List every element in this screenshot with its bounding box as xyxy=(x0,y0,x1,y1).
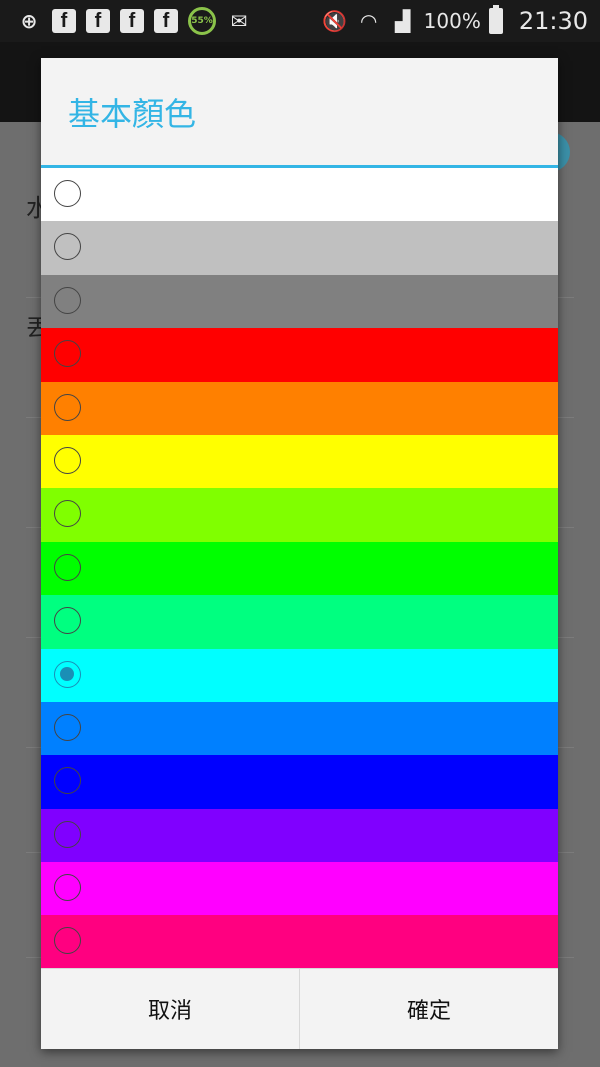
facebook-icon: f xyxy=(120,9,144,33)
color-option[interactable] xyxy=(41,168,558,222)
battery-ring-text: 55% xyxy=(191,16,213,26)
back-plus-icon: ⊕ xyxy=(20,9,38,33)
dialog-buttons: 取消 確定 xyxy=(41,968,558,1049)
radio-button[interactable] xyxy=(54,500,81,528)
color-option[interactable] xyxy=(41,595,558,649)
radio-button[interactable] xyxy=(54,553,81,581)
facebook-icon: f xyxy=(86,9,110,33)
color-option[interactable] xyxy=(41,488,558,542)
ok-button[interactable]: 確定 xyxy=(299,969,558,1049)
battery-icon xyxy=(488,5,503,34)
color-option[interactable] xyxy=(41,274,558,329)
color-option[interactable] xyxy=(41,915,558,969)
color-option[interactable] xyxy=(41,434,558,489)
radio-button[interactable] xyxy=(54,767,81,795)
battery-percent: 100% xyxy=(423,9,481,33)
signal-icon: ▟ xyxy=(394,9,411,33)
radio-button[interactable] xyxy=(54,233,81,261)
mute-icon: 🔇 xyxy=(322,9,348,33)
cancel-button[interactable]: 取消 xyxy=(41,969,299,1049)
radio-button[interactable] xyxy=(54,180,81,207)
wifi-icon: ◠ xyxy=(360,9,377,33)
radio-button[interactable] xyxy=(54,820,81,848)
radio-button[interactable] xyxy=(54,286,81,314)
color-option[interactable] xyxy=(41,328,558,382)
facebook-icon: f xyxy=(52,9,76,33)
color-option[interactable] xyxy=(41,381,558,435)
radio-button[interactable] xyxy=(54,660,81,688)
radio-button[interactable] xyxy=(54,874,81,902)
color-picker-dialog: 基本顏色 取消 確定 xyxy=(41,58,558,1049)
radio-button[interactable] xyxy=(54,393,81,421)
color-option[interactable] xyxy=(41,701,558,756)
messenger-icon: ✉ xyxy=(230,9,248,33)
color-option[interactable] xyxy=(41,755,558,809)
color-option[interactable] xyxy=(41,648,558,702)
color-option[interactable] xyxy=(41,808,558,863)
radio-button[interactable] xyxy=(54,927,81,955)
status-bar: ⊕ f f f f 55% ✉ 🔇 ◠ ▟ 100% 21:30 xyxy=(0,0,600,42)
radio-button[interactable] xyxy=(54,446,81,474)
radio-button[interactable] xyxy=(54,340,81,368)
clock: 21:30 xyxy=(518,7,588,35)
color-options-list[interactable] xyxy=(41,168,558,969)
color-option[interactable] xyxy=(41,862,558,916)
color-option[interactable] xyxy=(41,541,558,596)
radio-button[interactable] xyxy=(54,607,81,635)
dialog-title: 基本顏色 xyxy=(41,58,558,168)
radio-button[interactable] xyxy=(54,713,81,741)
color-option[interactable] xyxy=(41,221,558,275)
battery-ring-icon: 55% xyxy=(188,7,216,35)
facebook-icon: f xyxy=(154,9,178,33)
